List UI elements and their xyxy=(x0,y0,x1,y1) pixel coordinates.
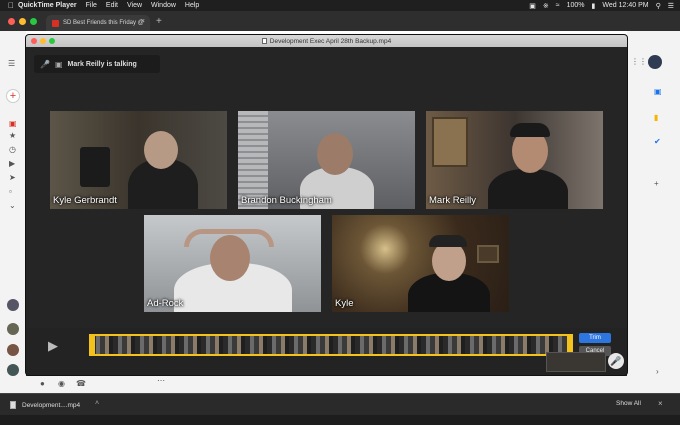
menu-help[interactable]: Help xyxy=(185,2,199,9)
browser-tab-title: SD Best Friends this Friday @ xyxy=(63,20,144,26)
tasks-icon[interactable]: ✔ xyxy=(654,137,661,146)
send-icon[interactable]: ➤ xyxy=(9,173,16,182)
close-window-icon[interactable] xyxy=(31,38,37,44)
menu-list-icon[interactable]: ☰ xyxy=(668,2,674,10)
gmail-favicon-icon xyxy=(52,19,59,27)
participant-tile[interactable]: Ad-Rock xyxy=(144,215,321,312)
picture-frame-image xyxy=(477,245,499,263)
apple-icon[interactable]:  xyxy=(4,1,18,10)
gmail-right-rail: ⋮⋮ ▣ ▮ ✔ + › xyxy=(627,31,680,393)
close-tab-icon[interactable]: × xyxy=(141,18,145,25)
clock-icon[interactable]: ◷ xyxy=(9,145,16,154)
file-icon xyxy=(10,401,16,409)
calendar-icon[interactable]: ▣ xyxy=(654,87,662,96)
avatar[interactable] xyxy=(7,364,19,376)
battery-percent: 100% xyxy=(566,2,585,9)
camera-rig-image xyxy=(80,147,110,187)
microphone-icon: 🎤 xyxy=(40,59,50,69)
participant-tile[interactable]: Mark Reilly xyxy=(426,111,603,209)
chevron-up-icon[interactable]: ˄ xyxy=(95,400,99,407)
star-icon[interactable]: ★ xyxy=(9,131,16,140)
minimize-window-icon[interactable] xyxy=(40,38,46,44)
menu-window[interactable]: Window xyxy=(151,2,176,9)
participant-name: Mark Reilly xyxy=(429,195,476,206)
new-tab-icon[interactable]: + xyxy=(156,16,162,27)
keep-icon[interactable]: ▮ xyxy=(654,113,658,122)
apps-grid-icon[interactable]: ⋮⋮ xyxy=(631,57,647,66)
zoom-window-icon[interactable] xyxy=(30,18,37,25)
trim-filmstrip[interactable] xyxy=(89,334,573,356)
wall-art-image xyxy=(432,117,468,167)
avatar[interactable] xyxy=(7,299,19,311)
screen-bottom-edge xyxy=(0,415,680,425)
participant-head xyxy=(144,131,178,169)
menu-file[interactable]: File xyxy=(86,2,97,9)
file-icon[interactable]: ▫ xyxy=(9,187,12,196)
bluetooth-icon[interactable]: ※ xyxy=(543,2,549,10)
participant-name: Ad-Rock xyxy=(147,298,184,309)
participant-name: Kyle xyxy=(335,298,354,309)
participant-tile[interactable]: Kyle Gerbrandt xyxy=(50,111,227,209)
browser-tab-strip: SD Best Friends this Friday @ × + xyxy=(0,11,680,31)
minimize-window-icon[interactable] xyxy=(19,18,26,25)
wifi-icon[interactable]: ≈ xyxy=(556,2,560,9)
play-icon[interactable]: ▶ xyxy=(48,338,68,354)
avatar[interactable] xyxy=(648,55,662,69)
window-title: Development Exec April 28th Backup.mp4 xyxy=(269,37,392,45)
close-icon[interactable]: × xyxy=(658,399,663,408)
download-item[interactable]: Development....mp4 xyxy=(10,401,80,409)
more-horiz-icon[interactable]: ⋯ xyxy=(157,376,165,385)
compose-icon[interactable]: + xyxy=(6,89,20,103)
gmail-left-rail: ☰ + ▣ ★ ◷ ▶ ➤ ▫ ⌄ xyxy=(0,31,26,393)
hangouts-icon[interactable]: ◉ xyxy=(58,379,65,388)
avatar[interactable] xyxy=(7,344,19,356)
cap-image xyxy=(510,123,550,137)
window-titlebar[interactable]: Development Exec April 28th Backup.mp4 xyxy=(26,35,627,47)
browser-tab[interactable]: SD Best Friends this Friday @ × xyxy=(46,15,150,31)
menu-app[interactable]: QuickTime Player xyxy=(18,2,77,9)
expand-icon[interactable]: › xyxy=(656,367,659,376)
participant-head xyxy=(317,133,353,175)
participant-tile[interactable]: Kyle xyxy=(332,215,509,312)
chevron-down-icon[interactable]: ⌄ xyxy=(9,201,16,210)
screen-icon[interactable]: ▣ xyxy=(529,2,536,10)
battery-icon[interactable]: ▮ xyxy=(592,2,596,10)
download-bar: Development....mp4 ˄ Show All × xyxy=(0,393,680,415)
participant-name: Kyle Gerbrandt xyxy=(53,195,117,206)
clock[interactable]: Wed 12:40 PM xyxy=(602,2,648,9)
avatar[interactable] xyxy=(7,323,19,335)
gmail-footer: ● ◉ ☎ ⋯ xyxy=(0,376,680,393)
trim-button[interactable]: Trim xyxy=(579,333,611,343)
menu-view[interactable]: View xyxy=(127,2,142,9)
document-icon xyxy=(261,38,267,44)
add-addon-icon[interactable]: + xyxy=(654,179,659,188)
participant-head xyxy=(432,241,466,281)
player-controls: ▶ Trim Cancel 🎤 xyxy=(26,328,627,375)
zoom-window-icon[interactable] xyxy=(49,38,55,44)
hamburger-icon[interactable]: ☰ xyxy=(8,59,15,68)
inbox-icon[interactable]: ▣ xyxy=(9,119,17,128)
menu-edit[interactable]: Edit xyxy=(106,2,118,9)
quicktime-window: Development Exec April 28th Backup.mp4 🎤… xyxy=(25,34,628,376)
search-icon[interactable]: ⚲ xyxy=(656,2,661,10)
arms-image xyxy=(184,229,274,247)
menu-bar:  QuickTime Player File Edit View Window… xyxy=(0,0,680,11)
speaker-text: Mark Reilly is talking xyxy=(67,60,137,68)
floating-video-thumbnail[interactable] xyxy=(546,352,606,372)
participant-tile[interactable]: Brandon Buckingham xyxy=(238,111,415,209)
cap-image xyxy=(429,235,467,247)
close-window-icon[interactable] xyxy=(8,18,15,25)
participant-body xyxy=(488,169,568,209)
download-filename: Development....mp4 xyxy=(22,401,81,409)
label-icon[interactable]: ▶ xyxy=(9,159,15,168)
microphone-icon[interactable]: 🎤 xyxy=(608,353,624,369)
video-camera-icon: ▣ xyxy=(54,59,63,69)
person-icon[interactable]: ● xyxy=(40,379,45,388)
phone-icon[interactable]: ☎ xyxy=(76,379,86,388)
participant-name: Brandon Buckingham xyxy=(241,195,332,206)
show-all-button[interactable]: Show All xyxy=(616,400,641,407)
speaker-indicator: 🎤 ▣ Mark Reilly is talking xyxy=(34,55,160,73)
